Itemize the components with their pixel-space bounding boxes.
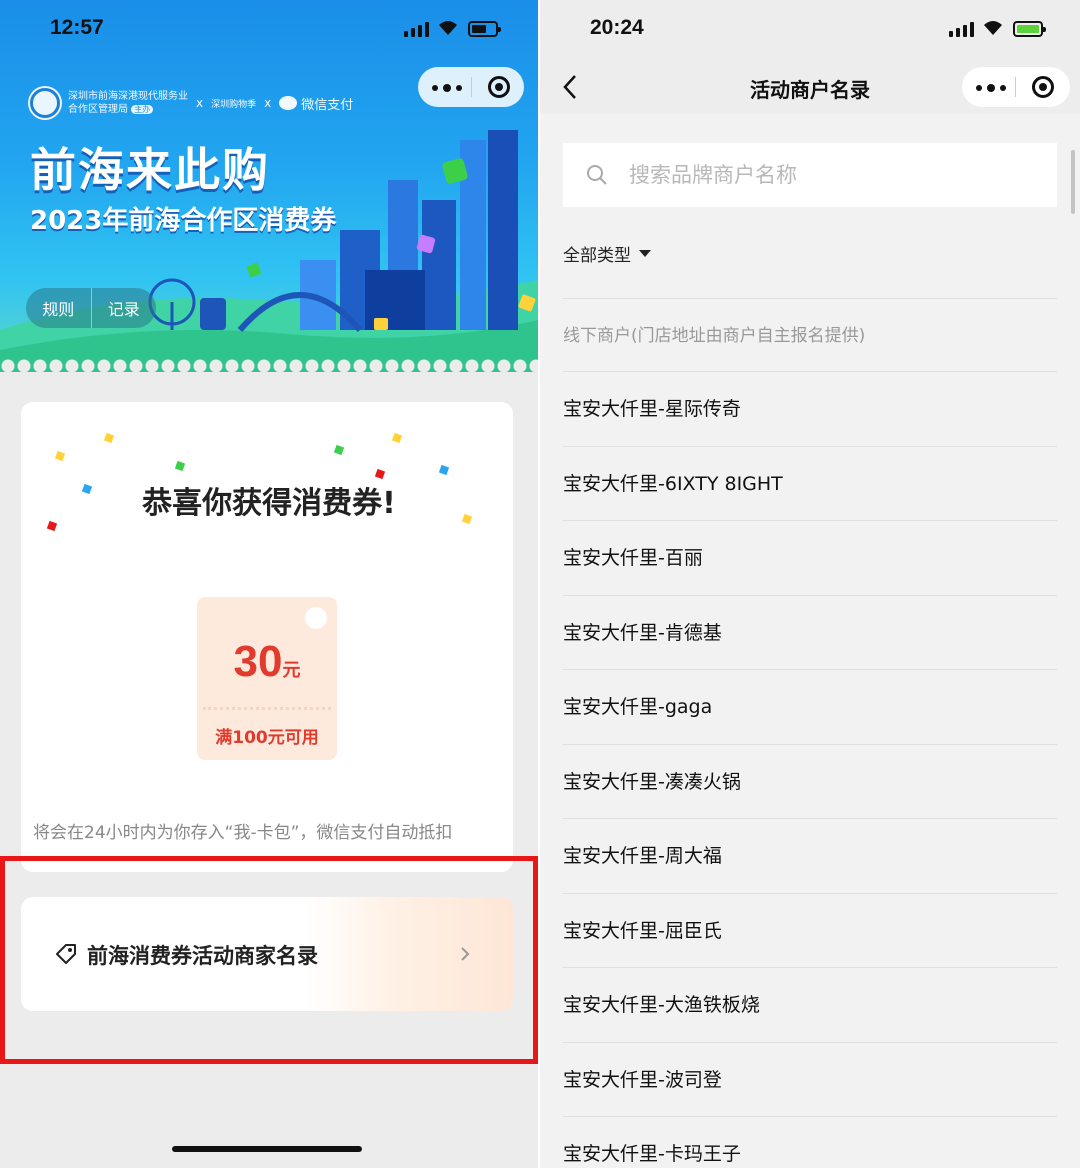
storage-notice: 将会在24小时内为你存入“我-卡包”，微信支付自动抵扣 bbox=[33, 823, 453, 843]
merchant-list: 线下商户(门店地址由商户自主报名提供) 宝安大仟里-星际传奇 宝安大仟里-6IX… bbox=[563, 298, 1057, 1168]
rules-button[interactable]: 规则 bbox=[26, 296, 91, 320]
more-options-icon[interactable] bbox=[432, 84, 462, 92]
merchant-list-item[interactable]: 宝安大仟里-屈臣氏 bbox=[563, 894, 1057, 968]
logo-separator: x bbox=[196, 96, 204, 110]
rules-records-toggle: 规则 记录 bbox=[26, 288, 156, 328]
miniprogram-capsule bbox=[418, 67, 524, 107]
left-screen: 12:57 深圳市前海深港现代服务业 合作区管理局 主办 x 深圳购物季 x 微… bbox=[0, 0, 538, 1168]
right-screen: 20:24 活动商户名录 全部类型 线下商户(门店地址由商户自主报名提供) 宝安… bbox=[540, 0, 1080, 1168]
coupon-ticket: 30元 满100元可用 bbox=[197, 597, 337, 760]
merchant-list-item[interactable]: 宝安大仟里-大渔铁板烧 bbox=[563, 968, 1057, 1043]
merchant-list-item[interactable]: 宝安大仟里-凑凑火锅 bbox=[563, 745, 1057, 819]
coupon-amount: 30元 bbox=[233, 637, 301, 686]
scrollbar[interactable] bbox=[1071, 150, 1075, 214]
event-banner: 12:57 深圳市前海深港现代服务业 合作区管理局 主办 x 深圳购物季 x 微… bbox=[0, 0, 538, 372]
merchant-list-item[interactable]: 宝安大仟里-肯德基 bbox=[563, 596, 1057, 670]
records-button[interactable]: 记录 bbox=[92, 296, 157, 320]
list-section-header: 线下商户(门店地址由商户自主报名提供) bbox=[563, 298, 1057, 372]
wechat-pay-icon bbox=[279, 96, 298, 110]
status-bar: 12:57 bbox=[0, 0, 538, 62]
merchant-list-item[interactable]: 宝安大仟里-6IXTY 8IGHT bbox=[563, 447, 1057, 521]
merchant-list-item[interactable]: 宝安大仟里-波司登 bbox=[563, 1043, 1057, 1117]
scalloped-edge bbox=[0, 358, 538, 372]
merchant-search-input[interactable] bbox=[563, 143, 1057, 207]
cellular-signal-icon bbox=[404, 22, 429, 37]
merchant-list-item[interactable]: 宝安大仟里-卡玛王子 bbox=[563, 1117, 1057, 1168]
wechat-pay-logo: 微信支付 bbox=[279, 94, 353, 113]
home-indicator bbox=[172, 1146, 362, 1152]
wifi-icon bbox=[984, 21, 1002, 35]
event-title: 前海来此购 bbox=[30, 143, 270, 197]
organizer-name: 深圳市前海深港现代服务业 合作区管理局 主办 bbox=[68, 91, 188, 115]
organizer-badge: 主办 bbox=[131, 105, 154, 114]
highlight-box bbox=[0, 856, 538, 1064]
search-icon bbox=[587, 165, 607, 185]
logo-separator: x bbox=[264, 96, 272, 110]
nav-header: 20:24 活动商户名录 bbox=[540, 0, 1080, 114]
dropdown-caret-icon bbox=[639, 250, 651, 257]
congrats-title: 恭喜你获得消费券! bbox=[142, 486, 396, 521]
category-filter-label: 全部类型 bbox=[563, 246, 631, 266]
status-time: 12:57 bbox=[50, 16, 104, 39]
event-subtitle: 2023年前海合作区消费券 bbox=[30, 206, 337, 236]
category-filter[interactable]: 全部类型 bbox=[563, 241, 651, 266]
merchant-list-item[interactable]: 宝安大仟里-周大福 bbox=[563, 819, 1057, 894]
miniprogram-capsule bbox=[962, 67, 1070, 107]
merchant-list-item[interactable]: 宝安大仟里-gaga bbox=[563, 670, 1057, 745]
battery-icon bbox=[468, 21, 501, 37]
cellular-signal-icon bbox=[949, 22, 974, 37]
coupon-condition: 满100元可用 bbox=[215, 728, 319, 748]
sponsor-logos: 深圳市前海深港现代服务业 合作区管理局 主办 x 深圳购物季 x 微信支付 bbox=[30, 86, 410, 120]
close-miniprogram-icon[interactable] bbox=[488, 76, 510, 98]
merchant-list-item[interactable]: 宝安大仟里-百丽 bbox=[563, 521, 1057, 596]
merchant-list-item[interactable]: 宝安大仟里-星际传奇 bbox=[563, 372, 1057, 447]
close-miniprogram-icon[interactable] bbox=[1032, 76, 1054, 98]
wifi-icon bbox=[439, 21, 457, 35]
battery-charging-icon bbox=[1013, 21, 1046, 37]
more-options-icon[interactable] bbox=[976, 84, 1006, 92]
status-time: 20:24 bbox=[590, 16, 644, 39]
government-emblem-icon bbox=[30, 88, 60, 118]
shopping-season-logo: 深圳购物季 bbox=[211, 99, 257, 110]
